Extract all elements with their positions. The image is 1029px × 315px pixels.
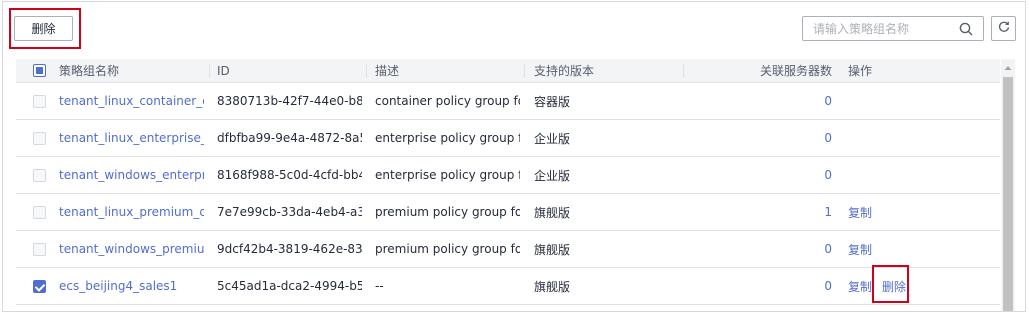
refresh-button[interactable] (991, 16, 1016, 41)
column-header-id[interactable]: ID (217, 59, 357, 82)
policy-group-id: 7e7e99cb-33da-4eb4-a39... (217, 205, 362, 219)
policy-group-name-link[interactable]: tenant_windows_enterpris... (59, 157, 204, 193)
vertical-scrollbar[interactable] (1001, 59, 1015, 311)
row-delete-highlight (872, 265, 909, 303)
row-checkbox[interactable] (33, 131, 46, 145)
supported-version: 容器版 (534, 94, 571, 109)
column-header-name[interactable]: 策略组名称 (59, 59, 199, 82)
copy-link[interactable]: 复制 (848, 241, 872, 258)
row-select-cell (33, 231, 49, 267)
row-select-cell (33, 120, 49, 156)
policy-group-id: 8168f988-5c0d-4cfd-bb49-... (217, 168, 362, 182)
supported-version: 旗舰版 (534, 242, 571, 257)
column-header-server-count[interactable]: 关联服务器数 (716, 59, 832, 82)
row-checkbox[interactable] (33, 242, 46, 256)
policy-group-id: 8380713b-42f7-44e0-b847... (217, 94, 362, 108)
policy-group-description: container policy group for li... (375, 94, 520, 108)
select-all-checkbox[interactable] (33, 64, 46, 77)
table-row: tenant_windows_enterpris... 8168f988-5c0… (16, 157, 1000, 194)
scrollbar-thumb[interactable] (1003, 77, 1013, 311)
row-checkbox[interactable] (33, 94, 46, 108)
table-row: tenant_windows_premium... 9dcf42b4-3819-… (16, 231, 1000, 268)
policy-group-name-link[interactable]: tenant_linux_container_de... (59, 83, 204, 119)
server-count-link[interactable]: 0 (716, 231, 832, 267)
copy-link[interactable]: 复制 (848, 204, 872, 221)
policy-group-description: enterprise policy group for ... (375, 168, 520, 182)
table-row: tenant_linux_premium_def... 7e7e99cb-33d… (16, 194, 1000, 231)
policy-group-id: 9dcf42b4-3819-462e-83ac... (217, 242, 362, 256)
column-header-version[interactable]: 支持的版本 (534, 59, 674, 82)
table-row: tenant_linux_container_de... 8380713b-42… (16, 83, 1000, 120)
policy-group-name-link[interactable]: ecs_beijing4_sales1 (59, 268, 204, 304)
search-input[interactable] (803, 17, 963, 40)
search-box[interactable] (802, 16, 984, 41)
delete-button[interactable]: 删除 (14, 16, 73, 41)
operation-cell (848, 157, 948, 193)
table-row: tenant_linux_enterprise_d... dfbfba99-9e… (16, 120, 1000, 157)
policy-group-description: -- (375, 279, 384, 293)
row-select-cell (33, 268, 49, 304)
row-checkbox[interactable] (33, 205, 46, 219)
table-header: 策略组名称 ID 描述 支持的版本 关联服务器数 操作 (16, 59, 1000, 83)
row-select-cell (33, 157, 49, 193)
table-row: ecs_beijing4_sales1 5c45ad1a-dca2-4994-b… (16, 268, 1000, 305)
policy-group-description: enterprise policy group for ... (375, 131, 520, 145)
operation-cell (848, 120, 948, 156)
policy-group-id: 5c45ad1a-dca2-4994-b57... (217, 279, 362, 293)
supported-version: 旗舰版 (534, 279, 571, 294)
policy-group-name-link[interactable]: tenant_linux_enterprise_d... (59, 120, 204, 156)
policy-group-description: premium policy group for ... (375, 242, 520, 256)
policy-group-id: dfbfba99-9e4a-4872-8a50-... (217, 131, 362, 145)
row-checkbox[interactable] (33, 279, 46, 293)
operation-cell: 复制 (848, 194, 948, 230)
row-select-cell (33, 194, 49, 230)
server-count-link[interactable]: 0 (716, 83, 832, 119)
refresh-icon (998, 21, 1010, 36)
operation-cell: 复制 (848, 231, 948, 267)
policy-group-name-link[interactable]: tenant_linux_premium_def... (59, 194, 204, 230)
column-header-description[interactable]: 描述 (375, 59, 515, 82)
supported-version: 企业版 (534, 131, 571, 146)
row-select-cell (33, 83, 49, 119)
row-checkbox[interactable] (33, 168, 46, 182)
search-icon[interactable] (959, 22, 973, 39)
server-count-link[interactable]: 0 (716, 157, 832, 193)
column-header-operation: 操作 (848, 64, 873, 78)
supported-version: 旗舰版 (534, 205, 571, 220)
copy-link[interactable]: 复制 (848, 278, 872, 295)
scroll-up-icon[interactable] (1001, 61, 1015, 75)
policy-group-description: premium policy group for li... (375, 205, 520, 219)
server-count-link[interactable]: 0 (716, 120, 832, 156)
select-all-cell (33, 59, 49, 82)
operation-cell (848, 83, 948, 119)
server-count-link[interactable]: 0 (716, 268, 832, 304)
supported-version: 企业版 (534, 168, 571, 183)
server-count-link[interactable]: 1 (716, 194, 832, 230)
policy-group-name-link[interactable]: tenant_windows_premium... (59, 231, 204, 267)
